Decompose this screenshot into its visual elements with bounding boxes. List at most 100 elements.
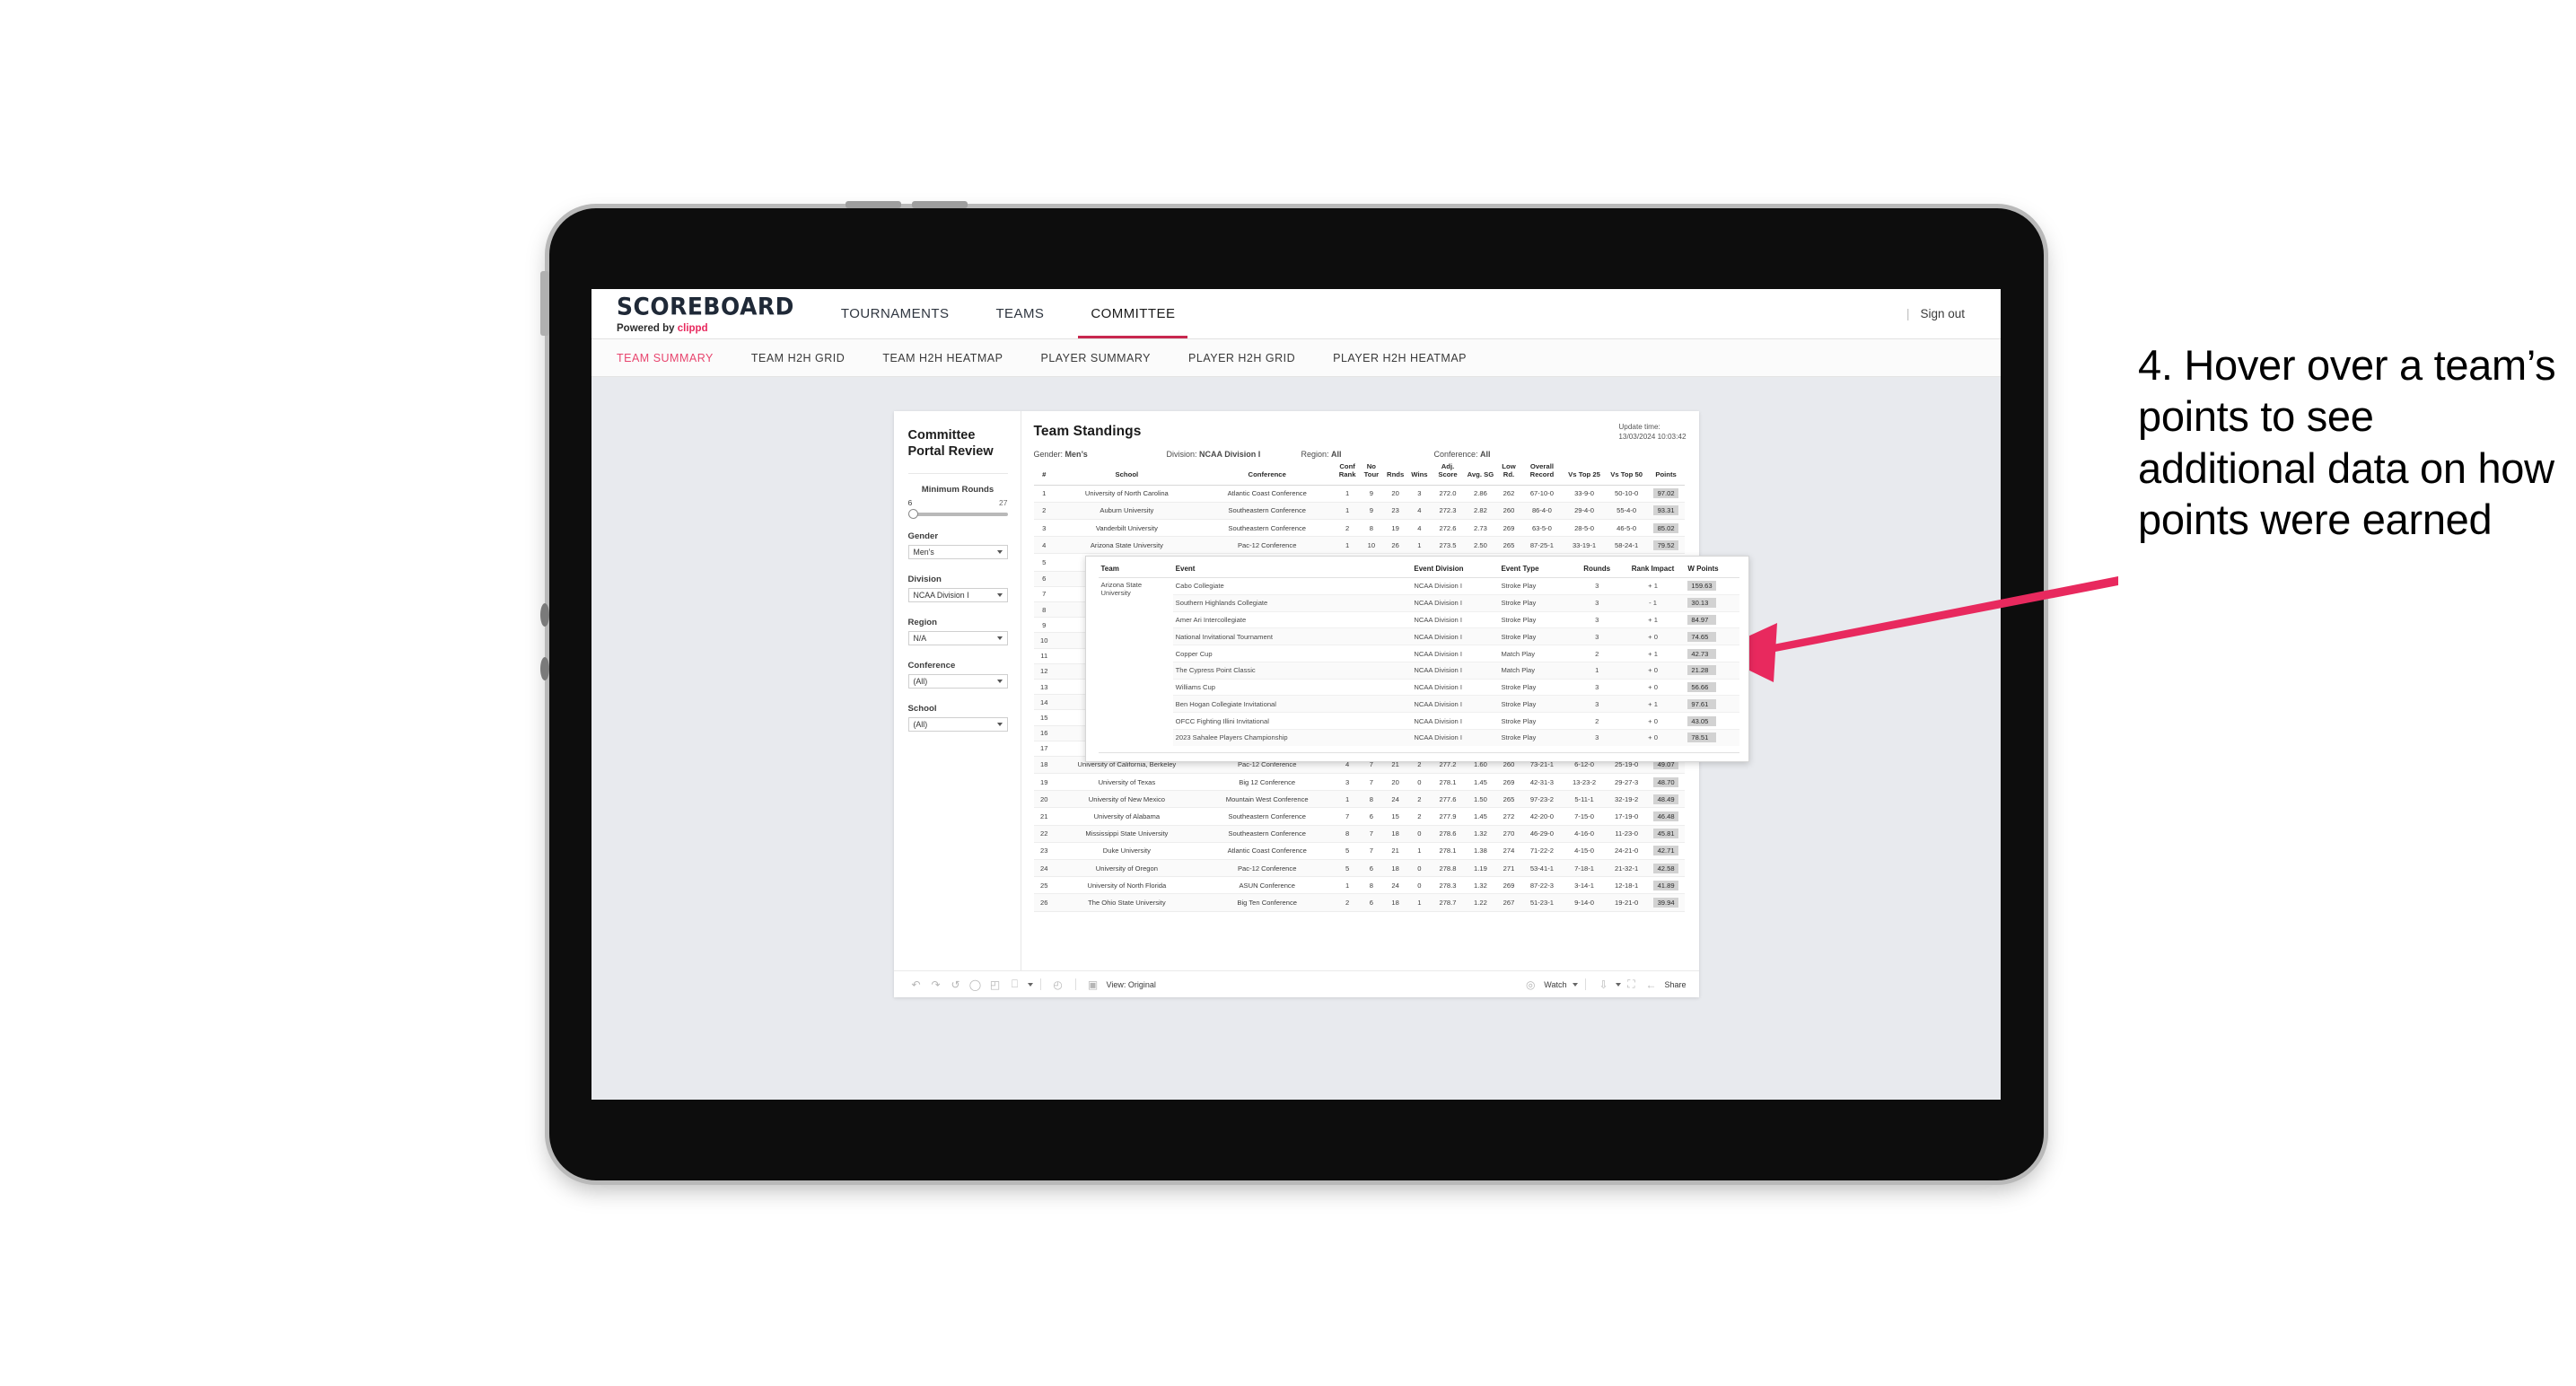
cell-notour: 7 bbox=[1359, 773, 1384, 792]
col-points[interactable]: Points bbox=[1647, 459, 1685, 486]
cell-pts[interactable]: 42.58 bbox=[1647, 859, 1685, 878]
col-avg-sg[interactable]: Avg. SG bbox=[1464, 459, 1497, 486]
nav-item-committee[interactable]: COMMITTEE bbox=[1067, 289, 1198, 338]
tab-team-h2h-grid[interactable]: TEAM H2H GRID bbox=[751, 352, 845, 364]
minimum-rounds-slider[interactable] bbox=[907, 508, 1008, 519]
cell-pts[interactable]: 79.52 bbox=[1647, 536, 1685, 555]
points-badge[interactable]: 79.52 bbox=[1653, 539, 1679, 550]
fullscreen-icon[interactable]: ⛶ bbox=[1621, 976, 1641, 994]
refresh-icon[interactable]: ◰ bbox=[986, 976, 1005, 994]
table-row[interactable]: 19 University of Texas Big 12 Conference 3 7… bbox=[1033, 773, 1685, 792]
cell-pts[interactable]: 45.81 bbox=[1647, 825, 1685, 843]
cell-sg: 1.32 bbox=[1464, 825, 1497, 843]
table-row[interactable]: 20 University of New Mexico Mountain West … bbox=[1033, 790, 1685, 809]
points-badge[interactable]: 42.58 bbox=[1653, 863, 1679, 873]
col-vs-top-50[interactable]: Vs Top 50 bbox=[1605, 459, 1648, 486]
tab-team-h2h-heatmap[interactable]: TEAM H2H HEATMAP bbox=[882, 352, 1003, 364]
points-badge[interactable]: 46.48 bbox=[1653, 811, 1679, 822]
tooltip-cell-impact: + 1 bbox=[1620, 695, 1686, 714]
points-badge[interactable]: 48.70 bbox=[1653, 776, 1679, 787]
nav-item-tournaments[interactable]: TOURNAMENTS bbox=[818, 289, 973, 338]
tab-player-h2h-heatmap[interactable]: PLAYER H2H HEATMAP bbox=[1333, 352, 1467, 364]
brand-sub-accent: clippd bbox=[677, 323, 708, 334]
cell-pts[interactable]: 97.02 bbox=[1647, 485, 1685, 503]
points-badge[interactable]: 85.02 bbox=[1653, 522, 1679, 533]
cell-pts[interactable]: 46.48 bbox=[1647, 807, 1685, 826]
minimum-rounds-slider-handle[interactable] bbox=[907, 508, 918, 519]
col-overall-record[interactable]: Overall Record bbox=[1520, 459, 1564, 486]
cell-pts[interactable]: 48.70 bbox=[1647, 773, 1685, 792]
filter-region-select[interactable]: N/A bbox=[907, 630, 1008, 645]
col-vs-top-25[interactable]: Vs Top 25 bbox=[1563, 459, 1606, 486]
brand-logo[interactable]: SCOREBOARD Powered by clippd bbox=[591, 289, 818, 338]
col-adj-score[interactable]: Adj. Score bbox=[1431, 459, 1465, 486]
points-badge[interactable]: 45.81 bbox=[1653, 829, 1679, 839]
cell-pts[interactable]: 42.71 bbox=[1647, 842, 1685, 861]
col-wins[interactable]: Wins bbox=[1407, 459, 1432, 486]
tab-team-summary[interactable]: TEAM SUMMARY bbox=[617, 352, 714, 364]
tooltip-cell-division: NCAA Division I bbox=[1411, 594, 1499, 612]
cell-notour: 8 bbox=[1359, 790, 1384, 809]
cell-pts[interactable]: 41.89 bbox=[1647, 876, 1685, 895]
cell-school: Vanderbilt University bbox=[1055, 519, 1199, 538]
points-badge[interactable]: 97.02 bbox=[1653, 488, 1679, 499]
cell-t25: 13-23-2 bbox=[1563, 773, 1606, 792]
cell-pts[interactable]: 85.02 bbox=[1647, 519, 1685, 538]
cell-pts[interactable]: 93.31 bbox=[1647, 502, 1685, 521]
tooltip-cell-wpoints: 159.63 bbox=[1685, 577, 1739, 595]
points-badge[interactable]: 48.49 bbox=[1653, 794, 1679, 804]
alerts-icon[interactable]: ◴ bbox=[1048, 976, 1068, 994]
device-top-button-2 bbox=[912, 201, 968, 208]
table-row[interactable]: 22 Mississippi State University Southeaste… bbox=[1033, 825, 1685, 843]
table-row[interactable]: 4 Arizona State University Pac-12 Conferen… bbox=[1033, 536, 1685, 555]
tooltip-col-rounds: Rounds bbox=[1573, 562, 1621, 578]
cell-n: 16 bbox=[1033, 725, 1056, 741]
points-badge[interactable]: 93.31 bbox=[1653, 505, 1679, 516]
col-conference[interactable]: Conference bbox=[1198, 459, 1336, 486]
table-row[interactable]: 2 Auburn University Southeastern Conferenc… bbox=[1033, 502, 1685, 521]
watch-button[interactable]: ◎ Watch bbox=[1520, 976, 1579, 994]
revert-icon[interactable]: ↺ bbox=[946, 976, 966, 994]
tooltip-cell-division: NCAA Division I bbox=[1411, 695, 1499, 714]
col-school[interactable]: School bbox=[1055, 459, 1199, 486]
cell-notour: 6 bbox=[1359, 807, 1384, 826]
table-row[interactable]: 21 University of Alabama Southeastern Conf… bbox=[1033, 807, 1685, 826]
col-low-rd[interactable]: Low Rd. bbox=[1496, 459, 1521, 486]
table-row[interactable]: 25 University of North Florida ASUN Confer… bbox=[1033, 876, 1685, 895]
col-no-tour[interactable]: No Tour bbox=[1359, 459, 1384, 486]
cell-pts[interactable]: 39.94 bbox=[1647, 893, 1685, 912]
filter-gender-select[interactable]: Men’s bbox=[907, 544, 1008, 559]
table-row[interactable]: 26 The Ohio State University Big Ten Confe… bbox=[1033, 893, 1685, 912]
tab-player-summary[interactable]: PLAYER SUMMARY bbox=[1040, 352, 1151, 364]
filter-conference-select[interactable]: (All) bbox=[907, 673, 1008, 689]
filter-school-select[interactable]: (All) bbox=[907, 716, 1008, 732]
table-row[interactable]: 3 Vanderbilt University Southeastern Confe… bbox=[1033, 519, 1685, 538]
table-row[interactable]: 1 University of North Carolina Atlantic Co… bbox=[1033, 485, 1685, 503]
minimum-rounds-max: 27 bbox=[998, 497, 1008, 507]
col-rank[interactable]: # bbox=[1033, 459, 1056, 486]
sign-out-link[interactable]: Sign out bbox=[1920, 307, 1965, 320]
nav-item-teams[interactable]: TEAMS bbox=[972, 289, 1067, 338]
view-original-button[interactable]: ▣ View: Original bbox=[1083, 976, 1156, 994]
table-row[interactable]: 24 University of Oregon Pac-12 Conference 5… bbox=[1033, 859, 1685, 878]
table-row[interactable]: 23 Duke University Atlantic Coast Conferen… bbox=[1033, 842, 1685, 861]
pause-icon[interactable]: ◯ bbox=[966, 976, 986, 994]
redo-icon[interactable]: ↷ bbox=[926, 976, 946, 994]
cell-n: 10 bbox=[1033, 632, 1056, 649]
download-icon[interactable]: ⇩ bbox=[1593, 976, 1613, 994]
filter-division-select[interactable]: NCAA Division I bbox=[907, 587, 1008, 602]
points-badge[interactable]: 41.89 bbox=[1653, 880, 1679, 890]
cell-low: 267 bbox=[1496, 893, 1521, 912]
cell-pts[interactable]: 48.49 bbox=[1647, 790, 1685, 809]
points-badge[interactable]: 39.94 bbox=[1653, 897, 1679, 908]
tab-player-h2h-grid[interactable]: PLAYER H2H GRID bbox=[1188, 352, 1295, 364]
points-badge[interactable]: 42.71 bbox=[1653, 846, 1679, 856]
col-conf-rank[interactable]: Conf Rank bbox=[1335, 459, 1360, 486]
share-button[interactable]: ← Share bbox=[1641, 976, 1686, 994]
custom-views-icon[interactable]: ⎕ bbox=[1005, 976, 1025, 994]
chevron-down-icon[interactable] bbox=[1027, 982, 1033, 987]
tooltip-cell-division: NCAA Division I bbox=[1411, 627, 1499, 646]
tooltip-cell-impact: + 1 bbox=[1620, 577, 1686, 595]
col-rnds[interactable]: Rnds bbox=[1383, 459, 1408, 486]
undo-icon[interactable]: ↶ bbox=[907, 976, 926, 994]
